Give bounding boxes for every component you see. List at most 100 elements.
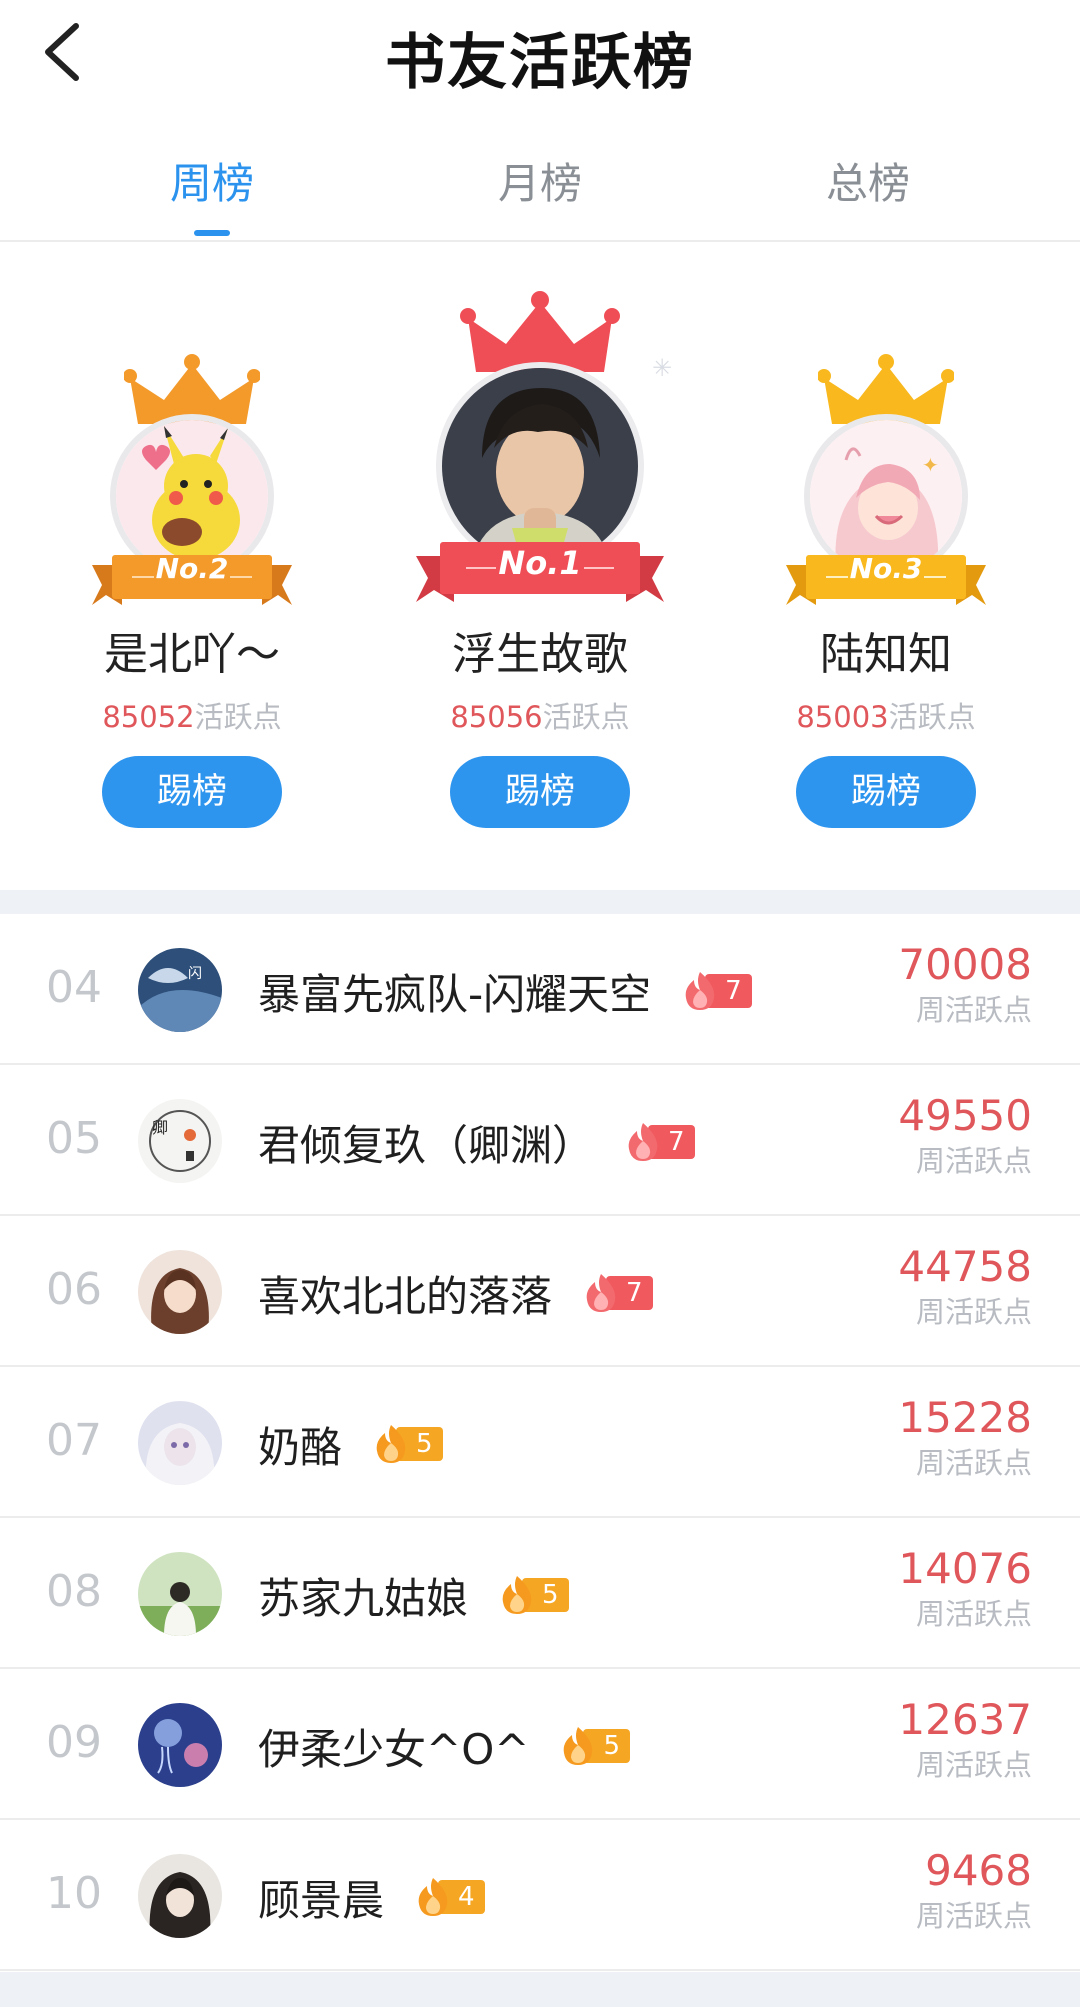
user-name: 暴富先疯队-闪耀天空 xyxy=(258,969,652,1019)
flame-icon xyxy=(502,1576,532,1614)
tab-label: 周榜 xyxy=(169,159,254,208)
points-unit: 活跃点 xyxy=(194,700,282,734)
avatar[interactable] xyxy=(138,1703,222,1787)
flame-icon xyxy=(418,1878,448,1916)
podium: No.2 是北吖～ 85052活跃点 踢榜 ✳ No.1 浮生故歌 85056活… xyxy=(0,244,1080,890)
tab-label: 总榜 xyxy=(825,159,910,208)
user-name: 苏家九姑娘 xyxy=(258,1573,469,1623)
row-name-group: 苏家九姑娘 5 xyxy=(258,1560,569,1630)
points-unit: 周活跃点 xyxy=(915,993,1032,1027)
points-unit: 周活跃点 xyxy=(915,1899,1032,1933)
list-item[interactable]: 07 奶酪 5 15228 周活跃点 xyxy=(0,1367,1080,1518)
rank-number: 06 xyxy=(46,1264,102,1315)
points-unit: 周活跃点 xyxy=(915,1295,1032,1329)
avatar[interactable] xyxy=(138,1854,222,1938)
level-badge: 5 xyxy=(372,1425,443,1463)
points-value: 85056 xyxy=(450,700,543,734)
row-name-group: 顾景晨 4 xyxy=(258,1862,485,1932)
podium-points: 85056活跃点 xyxy=(390,694,690,736)
user-name: 奶酪 xyxy=(258,1422,343,1472)
points-block: 70008 周活跃点 xyxy=(898,940,1032,1030)
tab-total[interactable]: 总榜 xyxy=(768,150,968,211)
bottom-divider xyxy=(0,1972,1080,2007)
avatar-image xyxy=(138,1250,222,1334)
podium-name: 是北吖～ xyxy=(104,629,280,680)
user-name: 伊柔少女^O^ xyxy=(258,1724,530,1774)
svg-text:卿: 卿 xyxy=(152,1118,168,1137)
list-item[interactable]: 05 卿 君倾复玖（卿渊） 7 49550 周活跃点 xyxy=(0,1065,1080,1216)
points-value: 85052 xyxy=(102,700,195,734)
rank-number: 10 xyxy=(46,1868,102,1919)
user-name: 喜欢北北的落落 xyxy=(258,1271,553,1321)
page-title: 书友活跃榜 xyxy=(385,28,695,98)
kick-button[interactable]: 踢榜 xyxy=(102,756,282,828)
list-item[interactable]: 10 顾景晨 4 9468 周活跃点 xyxy=(0,1820,1080,1971)
points-unit: 活跃点 xyxy=(888,700,976,734)
list-item[interactable]: 08 苏家九姑娘 5 14076 周活跃点 xyxy=(0,1518,1080,1669)
points-block: 12637 周活跃点 xyxy=(898,1695,1032,1785)
tab-weekly[interactable]: 周榜 xyxy=(112,150,312,236)
rank-number: 04 xyxy=(46,962,102,1013)
tab-monthly[interactable]: 月榜 xyxy=(440,150,640,211)
points-unit: 周活跃点 xyxy=(915,1597,1032,1631)
podium-card-2: No.2 是北吖～ 85052活跃点 踢榜 xyxy=(42,244,342,890)
row-name-group: 奶酪 5 xyxy=(258,1409,443,1479)
avatar[interactable]: 卿 xyxy=(138,1099,222,1183)
avatar[interactable] xyxy=(138,1401,222,1485)
level-badge: 5 xyxy=(559,1727,630,1765)
points-block: 9468 周活跃点 xyxy=(916,1846,1032,1936)
level-badge: 4 xyxy=(414,1878,485,1916)
points-unit: 周活跃点 xyxy=(915,1446,1032,1480)
rank-label: No.3 xyxy=(849,552,923,585)
rank-number: 08 xyxy=(46,1566,102,1617)
points-value: 12637 xyxy=(898,1695,1032,1744)
avatar[interactable]: 闪 xyxy=(138,948,222,1032)
points-value: 85003 xyxy=(796,700,889,734)
points-block: 49550 周活跃点 xyxy=(898,1091,1032,1181)
avatar-image xyxy=(442,368,638,564)
list-item[interactable]: 04 闪 暴富先疯队-闪耀天空 7 70008 周活跃点 xyxy=(0,914,1080,1065)
rank-number: 05 xyxy=(46,1113,102,1164)
flame-icon xyxy=(586,1274,616,1312)
kick-button[interactable]: 踢榜 xyxy=(450,756,630,828)
sparkle-icon: ✳ xyxy=(652,354,673,382)
podium-card-1: ✳ No.1 浮生故歌 85056活跃点 踢榜 xyxy=(390,244,690,890)
user-name: 君倾复玖（卿渊） xyxy=(258,1120,595,1170)
tab-label: 月榜 xyxy=(497,159,582,208)
level-badge: 7 xyxy=(582,1274,653,1312)
points-value: 49550 xyxy=(898,1091,1032,1140)
avatar-image xyxy=(138,1552,222,1636)
points-value: 70008 xyxy=(898,940,1032,989)
list-item[interactable]: 06 喜欢北北的落落 7 44758 周活跃点 xyxy=(0,1216,1080,1367)
flame-icon xyxy=(376,1425,406,1463)
row-name-group: 君倾复玖（卿渊） 7 xyxy=(258,1107,695,1177)
level-badge: 7 xyxy=(624,1123,695,1161)
avatar-image xyxy=(138,1401,222,1485)
points-block: 44758 周活跃点 xyxy=(898,1242,1032,1332)
avatar-image: 卿 xyxy=(138,1099,222,1183)
tab-active-indicator xyxy=(194,230,230,236)
flame-icon xyxy=(564,1727,593,1765)
avatar[interactable] xyxy=(138,1552,222,1636)
avatar[interactable] xyxy=(138,1250,222,1334)
rank-number: 07 xyxy=(46,1415,102,1466)
row-name-group: 伊柔少女^O^ 5 xyxy=(258,1711,630,1781)
points-value: 44758 xyxy=(898,1242,1032,1291)
user-name: 顾景晨 xyxy=(258,1875,385,1925)
flame-icon xyxy=(628,1123,658,1161)
svg-text:闪: 闪 xyxy=(188,966,202,982)
points-unit: 周活跃点 xyxy=(915,1748,1032,1782)
podium-name: 陆知知 xyxy=(820,629,952,680)
points-unit: 活跃点 xyxy=(542,700,630,734)
row-name-group: 暴富先疯队-闪耀天空 7 xyxy=(258,956,752,1026)
podium-name: 浮生故歌 xyxy=(452,629,628,680)
avatar-image xyxy=(138,1854,222,1938)
rank-number: 09 xyxy=(46,1717,102,1768)
points-unit: 周活跃点 xyxy=(915,1144,1032,1178)
kick-button[interactable]: 踢榜 xyxy=(796,756,976,828)
podium-card-3: ✦ No.3 陆知知 85003活跃点 踢榜 xyxy=(736,244,1036,890)
level-badge: 5 xyxy=(498,1576,569,1614)
flame-icon xyxy=(685,972,715,1010)
list-item[interactable]: 09 伊柔少女^O^ 5 12637 周活跃点 xyxy=(0,1669,1080,1820)
podium-points: 85052活跃点 xyxy=(42,694,342,736)
